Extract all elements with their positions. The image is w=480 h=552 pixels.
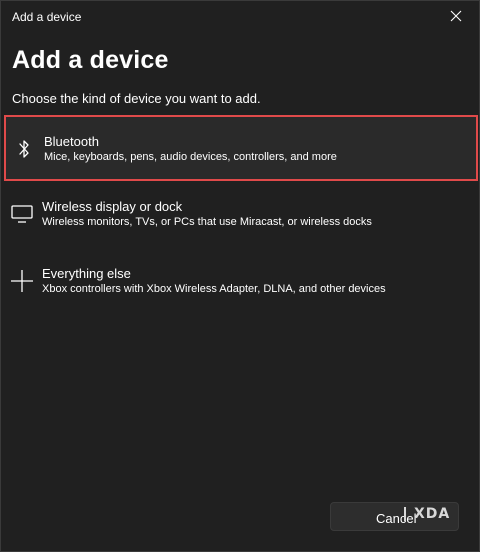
option-description: Xbox controllers with Xbox Wireless Adap… [42,283,386,295]
option-title: Everything else [42,266,131,281]
title-bar: Add a device [1,1,479,31]
monitor-icon [10,202,34,226]
bluetooth-icon [12,137,36,161]
option-description: Mice, keyboards, pens, audio devices, co… [44,151,337,163]
option-everything-else[interactable]: Everything else Xbox controllers with Xb… [4,249,478,315]
watermark: XDA [403,505,450,523]
page-subtitle: Choose the kind of device you want to ad… [12,91,261,106]
close-button[interactable] [439,3,473,29]
window-title: Add a device [12,10,82,24]
watermark-text: XDA [414,506,451,522]
option-description: Wireless monitors, TVs, or PCs that use … [42,216,372,228]
page-title: Add a device [12,46,169,74]
option-title: Bluetooth [44,134,99,149]
close-icon [450,10,462,22]
option-bluetooth[interactable]: Bluetooth Mice, keyboards, pens, audio d… [4,115,478,181]
option-wireless-display[interactable]: Wireless display or dock Wireless monito… [4,182,478,248]
add-device-dialog: Add a device Add a device Choose the kin… [0,0,480,552]
xda-logo-icon [404,507,406,521]
option-title: Wireless display or dock [42,199,183,214]
plus-icon [10,269,34,293]
